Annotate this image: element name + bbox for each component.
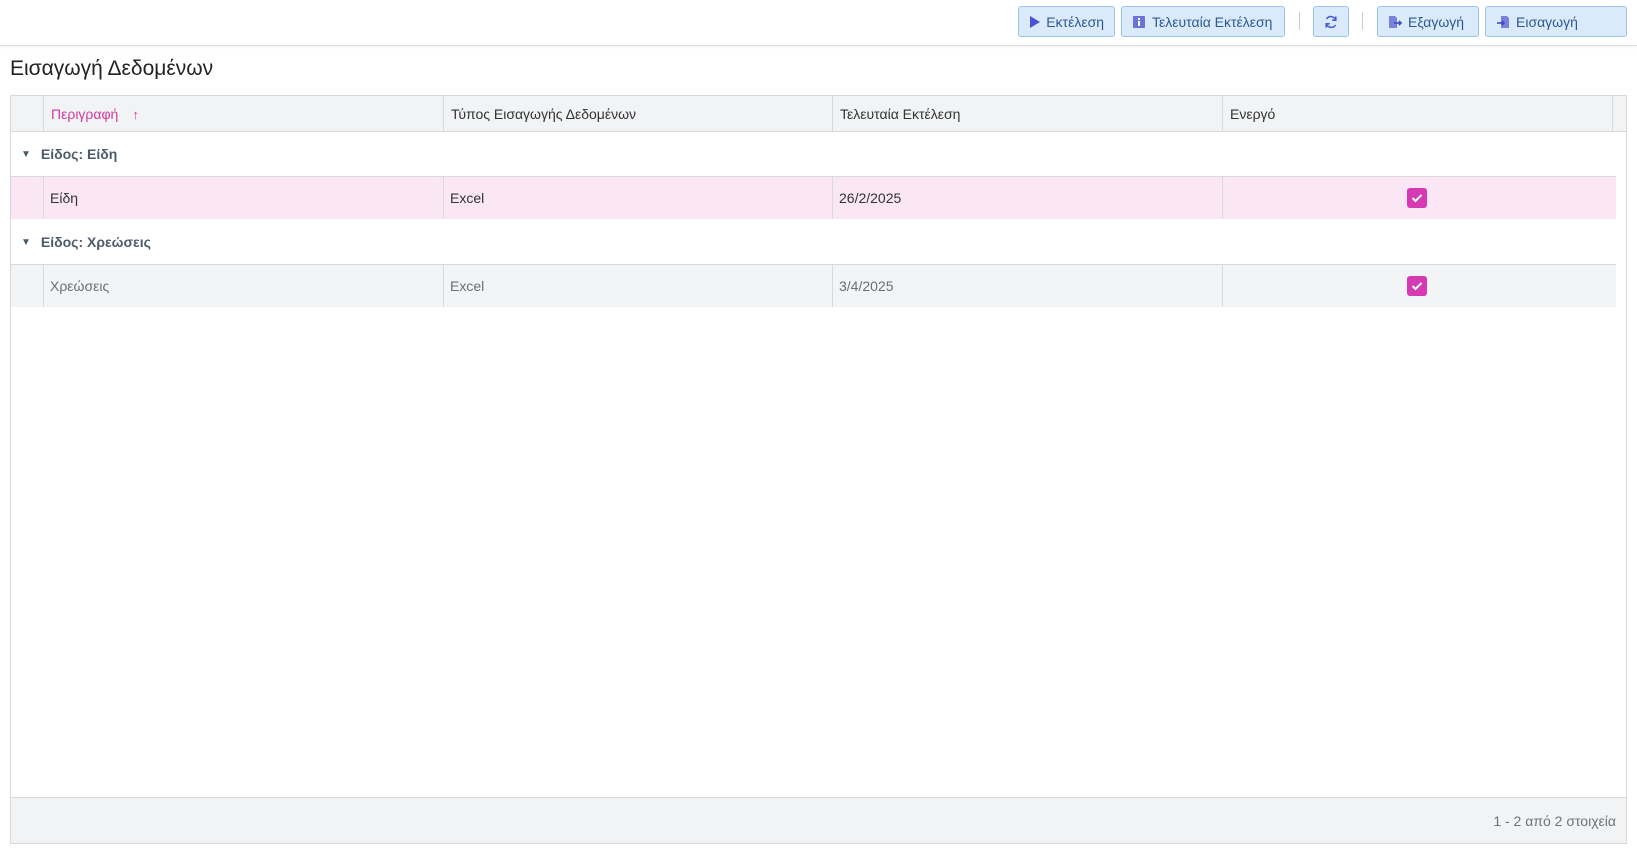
last-run-button[interactable]: Τελευταία Εκτέλεση: [1121, 6, 1285, 37]
last-run-button-label: Τελευταία Εκτέλεση: [1152, 13, 1273, 30]
collapse-caret-icon[interactable]: ▼: [21, 149, 31, 160]
run-button[interactable]: Εκτέλεση: [1018, 6, 1115, 37]
column-header-import-type[interactable]: Τύπος Εισαγωγής Δεδομένων: [443, 96, 832, 132]
active-checkbox[interactable]: [1407, 188, 1427, 208]
play-icon: [1029, 15, 1041, 29]
table-row[interactable]: Είδη Excel 26/2/2025: [11, 176, 1616, 219]
sort-ascending-icon: ↑: [132, 107, 139, 122]
export-button-label: Εξαγωγή: [1408, 13, 1465, 30]
pager-info: 1 - 2 από 2 στοιχεία: [1493, 813, 1616, 829]
import-button-label: Εισαγωγή: [1516, 13, 1578, 30]
grid-header: Περιγραφή ↑ Τύπος Εισαγωγής Δεδομένων Τελ…: [11, 96, 1626, 132]
group-label: Είδος: Χρεώσεις: [40, 234, 151, 250]
cell-import-type: Excel: [443, 265, 832, 307]
grid-footer: 1 - 2 από 2 στοιχεία: [11, 797, 1626, 843]
cell-description: Χρεώσεις: [43, 265, 443, 307]
toolbar: Εκτέλεση Τελευταία Εκτέλεση Εξαγωγή Εισα…: [0, 0, 1637, 46]
column-header-description-label: Περιγραφή: [51, 106, 119, 122]
group-row: ▼ Είδος: Χρεώσεις: [11, 220, 1616, 264]
data-grid: Περιγραφή ↑ Τύπος Εισαγωγής Δεδομένων Τελ…: [10, 95, 1627, 844]
header-scrollbar-spacer: [1612, 96, 1626, 132]
column-header-active[interactable]: Ενεργό: [1222, 96, 1612, 132]
cell-active: [1222, 177, 1616, 219]
column-header-last-run-label: Τελευταία Εκτέλεση: [840, 106, 961, 122]
export-icon: [1388, 15, 1402, 29]
run-button-label: Εκτέλεση: [1046, 13, 1104, 30]
import-button[interactable]: Εισαγωγή: [1485, 6, 1627, 37]
column-header-import-type-label: Τύπος Εισαγωγής Δεδομένων: [451, 106, 637, 122]
page-title: Εισαγωγή Δεδομένων: [10, 57, 214, 80]
checkmark-icon: [1411, 194, 1423, 203]
table-row[interactable]: Χρεώσεις Excel 3/4/2025: [11, 264, 1616, 307]
cell-last-run: 3/4/2025: [832, 265, 1222, 307]
cell-active: [1222, 265, 1616, 307]
checkmark-icon: [1411, 282, 1423, 291]
info-icon: [1132, 15, 1146, 29]
toolbar-divider: [1299, 12, 1300, 30]
column-header-last-run[interactable]: Τελευταία Εκτέλεση: [832, 96, 1222, 132]
group-label: Είδος: Είδη: [40, 146, 118, 162]
toolbar-divider: [1362, 12, 1363, 30]
active-checkbox[interactable]: [1407, 276, 1427, 296]
column-header-description[interactable]: Περιγραφή ↑: [43, 96, 443, 132]
export-button[interactable]: Εξαγωγή: [1377, 6, 1479, 37]
cell-import-type: Excel: [443, 177, 832, 219]
cell-last-run: 26/2/2025: [832, 177, 1222, 219]
import-icon: [1496, 15, 1510, 29]
group-row: ▼ Είδος: Είδη: [11, 132, 1616, 176]
collapse-caret-icon[interactable]: ▼: [21, 237, 31, 248]
refresh-button[interactable]: [1313, 6, 1349, 37]
refresh-icon: [1324, 15, 1338, 29]
column-header-active-label: Ενεργό: [1230, 106, 1276, 122]
cell-description: Είδη: [43, 177, 443, 219]
